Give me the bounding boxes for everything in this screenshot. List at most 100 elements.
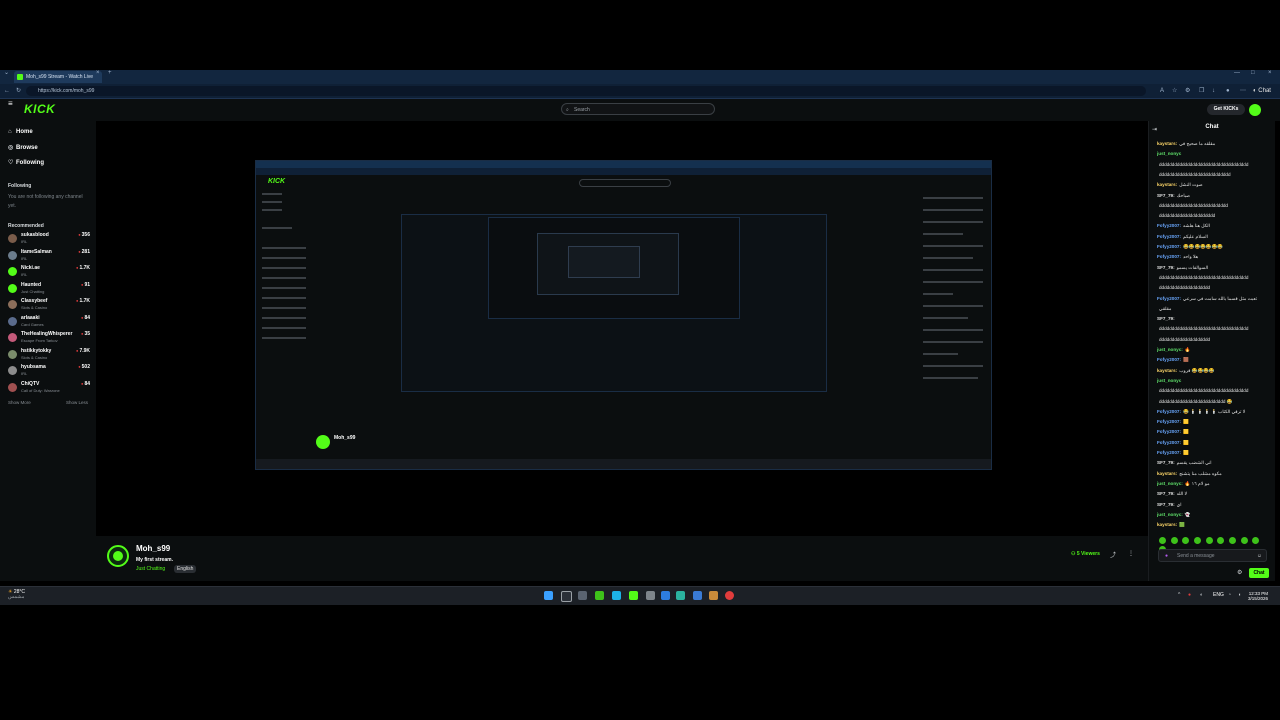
chat-username[interactable]: kaystars:: [1157, 522, 1177, 527]
sidebar-item-following[interactable]: ♡ Following: [8, 159, 44, 166]
chat-username[interactable]: SF7_79:: [1157, 193, 1175, 198]
language-tag[interactable]: English: [174, 565, 197, 573]
chat-username[interactable]: just_nonyc: [1157, 151, 1181, 156]
browser-tab[interactable]: Moh_s99 Stream - Watch Live: [14, 71, 102, 83]
chat-settings-icon[interactable]: ⚙: [1237, 568, 1242, 578]
window-close-icon[interactable]: ×: [1268, 66, 1272, 80]
extensions-icon[interactable]: ⚙: [1185, 84, 1190, 98]
recommended-channel[interactable]: arlaaakiCard Games 84: [8, 315, 92, 329]
emote-icon[interactable]: [1159, 537, 1166, 544]
channel-name[interactable]: Moh_s99: [136, 544, 170, 553]
emoji-picker-icon[interactable]: ☺: [1257, 550, 1262, 563]
favorite-star-icon[interactable]: ☆: [1172, 84, 1177, 98]
chat-message-input[interactable]: ● Send a message ☺: [1158, 549, 1267, 562]
chat-username[interactable]: Fofyy2007:: [1157, 450, 1181, 455]
emote-icon[interactable]: [1240, 537, 1248, 544]
chat-username[interactable]: Fofyy2007:: [1157, 419, 1181, 424]
chat-username[interactable]: just_nonyc:: [1157, 512, 1183, 517]
chat-username[interactable]: kaystars:: [1157, 182, 1177, 187]
recommended-channel[interactable]: ClassybeefSlots & Casino 1.7K: [8, 298, 92, 312]
weather-widget[interactable]: ☀ 28°C مشمس: [8, 590, 25, 600]
recommended-channel[interactable]: ItameSalmanIRL 281: [8, 249, 92, 263]
chat-username[interactable]: Fofyy2007:: [1157, 429, 1181, 434]
app-icon[interactable]: [612, 591, 621, 600]
emote-icon[interactable]: [1194, 537, 1202, 544]
recommended-channel[interactable]: Nicki.aeIRL 1.7K: [8, 265, 92, 279]
recommended-channel[interactable]: hstikkytokkySlots & Casino 7.9K: [8, 348, 92, 362]
show-more-link[interactable]: Show More: [8, 400, 31, 405]
tray-app-icon[interactable]: ◐: [1200, 592, 1203, 598]
chat-username[interactable]: SF7_79:: [1157, 460, 1175, 465]
volume-icon[interactable]: ◖: [1238, 592, 1241, 598]
recommended-channel[interactable]: TheHealingWhispererEscape From Tarkov 35: [8, 331, 92, 345]
recommended-channel[interactable]: hyubsamaIRL 502: [8, 364, 92, 378]
chat-username[interactable]: Fofyy2007:: [1157, 409, 1181, 414]
user-avatar[interactable]: [1249, 104, 1261, 116]
tray-app-icon[interactable]: ●: [1188, 592, 1191, 598]
kick-logo[interactable]: KICK: [24, 102, 55, 116]
emote-icon[interactable]: [1182, 537, 1190, 544]
downloads-icon[interactable]: ↓: [1212, 84, 1215, 98]
app-icon[interactable]: [646, 591, 655, 600]
app-icon[interactable]: [676, 591, 685, 600]
recommended-channel[interactable]: sukasbloodIRL 356: [8, 232, 92, 246]
emote-icon[interactable]: [1229, 537, 1237, 544]
chat-username[interactable]: Fofyy2007:: [1157, 296, 1181, 301]
tab-menu-icon[interactable]: ⌄: [4, 66, 9, 80]
app-icon[interactable]: [693, 591, 702, 600]
stream-category-link[interactable]: Just Chatting: [136, 566, 165, 572]
url-field[interactable]: https://kick.com/moh_s99: [26, 86, 1146, 96]
chat-username[interactable]: just_nonyc:: [1157, 347, 1183, 352]
profile-avatar-icon[interactable]: ●: [1226, 84, 1230, 98]
xbox-icon[interactable]: [595, 591, 604, 600]
emote-icon[interactable]: [1252, 537, 1260, 544]
sidebar-item-browse[interactable]: ◎ Browse: [8, 144, 38, 151]
collections-icon[interactable]: ❐: [1199, 84, 1204, 98]
read-aloud-icon[interactable]: A: [1160, 84, 1164, 98]
chat-username[interactable]: kaystars:: [1157, 368, 1177, 373]
chat-send-button[interactable]: Chat: [1249, 568, 1269, 578]
browser-menu-icon[interactable]: ⋯: [1240, 84, 1246, 98]
task-view-icon[interactable]: [578, 591, 587, 600]
tray-chevron-icon[interactable]: ^: [1178, 592, 1180, 598]
chat-username[interactable]: Fofyy2007:: [1157, 440, 1181, 445]
chat-username[interactable]: SF7_79:: [1157, 316, 1175, 321]
emote-icon[interactable]: [1170, 537, 1178, 544]
chat-username[interactable]: kaystars:: [1157, 471, 1177, 476]
tab-close-icon[interactable]: ×: [96, 66, 100, 80]
share-icon[interactable]: ⤴: [1110, 550, 1116, 559]
emote-icon[interactable]: [1205, 537, 1213, 544]
system-clock[interactable]: 12:33 PM 3/15/2026: [1248, 591, 1268, 601]
edge-icon[interactable]: [661, 591, 670, 600]
windows-start-icon[interactable]: [544, 591, 553, 600]
chat-username[interactable]: just_nonyc:: [1157, 481, 1183, 486]
channel-avatar[interactable]: [107, 545, 129, 567]
chat-username[interactable]: Fofyy2007:: [1157, 254, 1181, 259]
minimize-icon[interactable]: —: [1234, 66, 1240, 80]
chat-username[interactable]: Fofyy2007:: [1157, 357, 1181, 362]
chat-username[interactable]: Fofyy2007:: [1157, 234, 1181, 239]
taskbar-search-icon[interactable]: [561, 591, 572, 602]
language-indicator[interactable]: ENG: [1213, 592, 1224, 598]
recommended-channel[interactable]: HauntedJust Chatting 91: [8, 282, 92, 296]
chat-username[interactable]: Fofyy2007:: [1157, 244, 1181, 249]
file-explorer-icon[interactable]: [709, 591, 718, 600]
refresh-icon[interactable]: ↻: [16, 84, 21, 98]
maximize-icon[interactable]: □: [1251, 66, 1255, 80]
more-options-icon[interactable]: ⋮: [1128, 550, 1134, 557]
search-input[interactable]: ⌕ Search: [561, 103, 715, 115]
copilot-chat-button[interactable]: ◐ Chat: [1253, 84, 1271, 98]
show-less-link[interactable]: Show Less: [66, 400, 88, 405]
obs-icon[interactable]: [725, 591, 734, 600]
hamburger-menu-icon[interactable]: ≡: [8, 97, 13, 111]
chat-username[interactable]: just_nonyc: [1157, 378, 1181, 383]
sidebar-item-home[interactable]: ⌂ Home: [8, 129, 33, 135]
chat-username[interactable]: SF7_79:: [1157, 502, 1175, 507]
back-icon[interactable]: ←: [4, 84, 10, 98]
chat-username[interactable]: SF7_79:: [1157, 265, 1175, 270]
new-tab-icon[interactable]: +: [108, 66, 112, 80]
recommended-channel[interactable]: ChiQTVCall of Duty: Warzone 84: [8, 381, 92, 395]
chat-username[interactable]: kaystars:: [1157, 141, 1177, 146]
kick-app-icon[interactable]: [629, 591, 638, 600]
get-kicks-button[interactable]: Get KICKs: [1207, 104, 1245, 115]
